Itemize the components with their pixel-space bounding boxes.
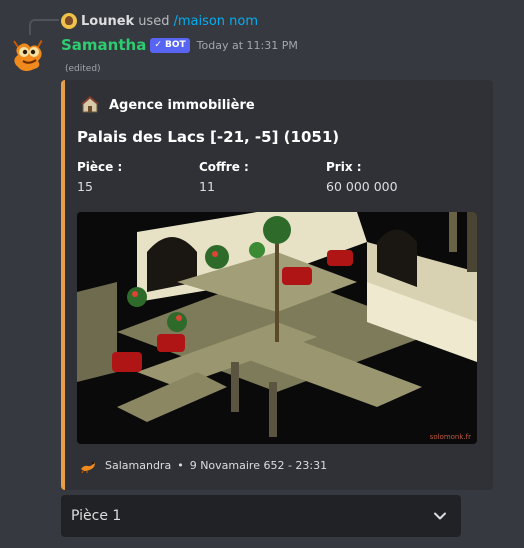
field-name: Prix :	[326, 160, 362, 174]
field-prix: Prix : 60 000 000	[326, 160, 398, 194]
field-value: 60 000 000	[326, 179, 398, 194]
author-username[interactable]: Samantha	[61, 36, 146, 54]
salamander-avatar-icon	[13, 39, 43, 71]
bot-avatar[interactable]	[8, 35, 48, 75]
embed-image[interactable]: solomonk.fr	[77, 212, 477, 444]
bot-badge: ✓ BOT	[150, 37, 190, 53]
message-timestamp[interactable]: Today at 11:31 PM	[197, 39, 298, 52]
embed-author-name: Agence immobilière	[109, 97, 255, 113]
footer-separator: •	[177, 458, 184, 472]
edited-label: (edited)	[65, 64, 101, 74]
reply-preview[interactable]: Lounek used /maison nom	[61, 12, 258, 30]
salamander-icon	[81, 461, 95, 474]
reply-used-text: used	[138, 13, 170, 29]
field-coffre: Coffre : 11	[199, 160, 249, 194]
field-value: 11	[199, 179, 215, 194]
reply-connector	[29, 19, 59, 35]
image-watermark: solomonk.fr	[429, 433, 471, 441]
field-name: Pièce :	[77, 160, 123, 174]
house-icon	[81, 96, 99, 113]
embed-card: Agence immobilière Palais des Lacs [-21,…	[61, 80, 493, 490]
message-header: Samantha ✓ BOT Today at 11:31 PM	[61, 35, 298, 55]
select-value: Pièce 1	[71, 508, 122, 524]
embed-author: Agence immobilière	[81, 96, 255, 114]
embed-title: Palais des Lacs [-21, -5] (1051)	[77, 128, 340, 146]
embed-footer: Salamandra • 9 Novamaire 652 - 23:31	[79, 456, 327, 474]
field-piece: Pièce : 15	[77, 160, 122, 194]
reply-avatar[interactable]	[61, 13, 77, 29]
footer-text: Salamandra	[105, 458, 172, 472]
footer-date: 9 Novamaire 652 - 23:31	[189, 458, 328, 472]
chevron-down-icon[interactable]	[433, 509, 447, 523]
field-name: Coffre :	[199, 160, 249, 174]
piece-select-menu[interactable]: Pièce 1	[61, 495, 461, 537]
field-value: 15	[77, 179, 93, 194]
reply-command[interactable]: /maison nom	[173, 14, 258, 29]
reply-username[interactable]: Lounek	[81, 14, 134, 29]
house-map-image	[77, 212, 477, 444]
